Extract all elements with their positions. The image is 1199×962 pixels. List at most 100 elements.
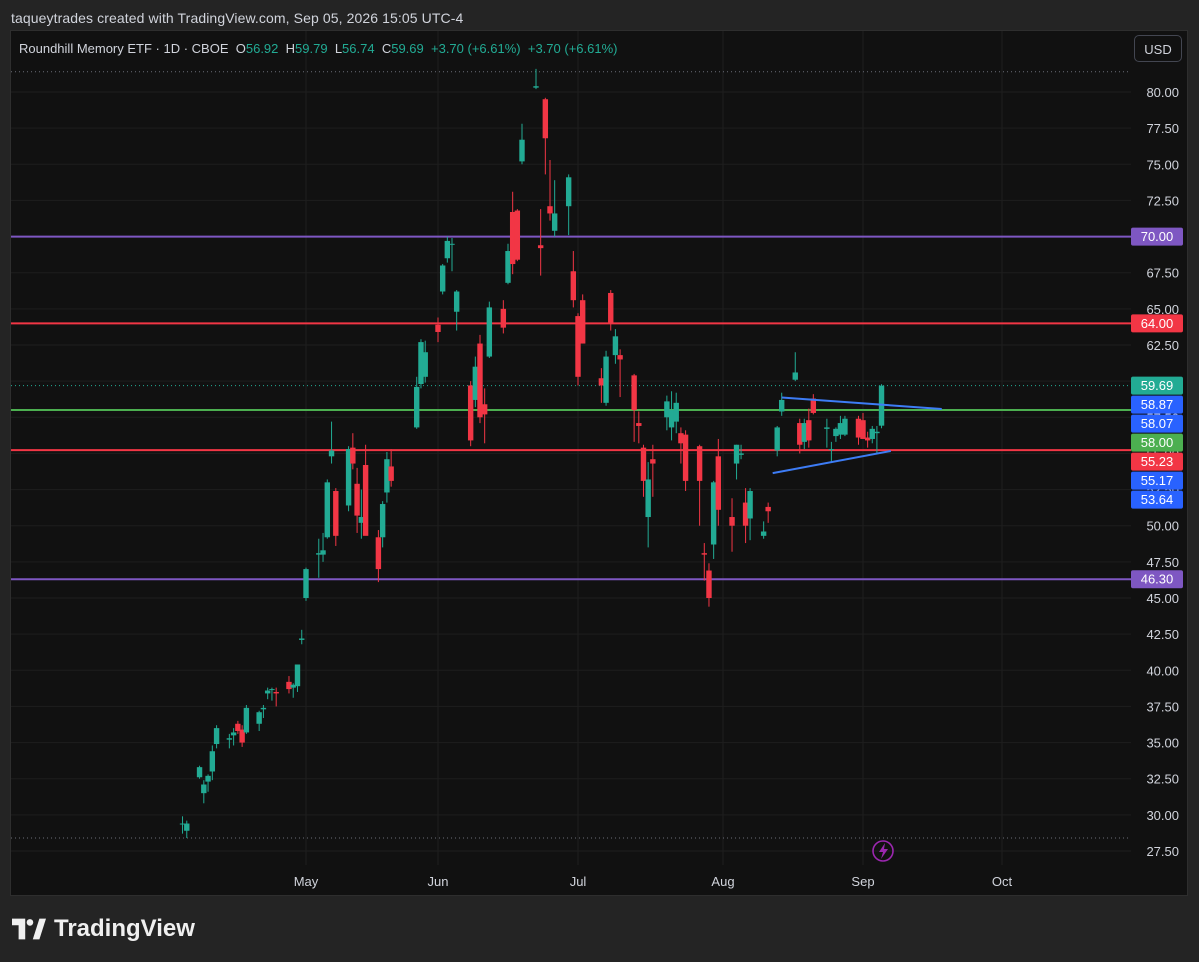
triangle-upper-line: [781, 396, 942, 411]
candle-body: [747, 491, 753, 519]
close-label: C: [381, 41, 392, 56]
currency-button[interactable]: USD: [1134, 35, 1182, 62]
candle-body: [765, 506, 771, 512]
candle-body: [575, 316, 581, 377]
brand-name: TradingView: [54, 915, 195, 942]
candle-body: [505, 251, 511, 283]
x-tick-label: Oct: [992, 874, 1013, 889]
symbol-title[interactable]: Roundhill Memory ETF · 1D · CBOE: [19, 41, 229, 56]
y-tick-label: 30.00: [1146, 808, 1179, 823]
candle-body: [486, 307, 493, 357]
high-label: H: [285, 41, 296, 56]
candle-body: [439, 265, 446, 292]
y-tick-label: 45.00: [1146, 591, 1179, 606]
time-axis: May Jun Jul Aug Sep Oct: [294, 874, 1013, 889]
y-tick-label: 50.00: [1146, 519, 1179, 534]
candle-body: [806, 420, 812, 441]
y-tick-label: 35.00: [1146, 736, 1179, 751]
candle-body: [874, 431, 880, 434]
candle-body: [477, 343, 483, 418]
y-tick-label: 40.00: [1146, 663, 1179, 678]
candle-body: [710, 482, 717, 545]
candle-body: [650, 459, 656, 464]
candle-body: [320, 550, 326, 555]
candle-body: [467, 385, 474, 441]
candle-body: [598, 378, 605, 386]
candle-body: [260, 707, 267, 710]
tradingview-logo[interactable]: TradingView: [12, 915, 195, 943]
candle-body: [715, 456, 722, 510]
x-tick-label: Aug: [711, 874, 734, 889]
candle-body: [453, 291, 460, 312]
price-badge-label: 64.00: [1141, 316, 1174, 331]
candle-body: [509, 211, 516, 265]
candle-body: [294, 664, 301, 687]
candle-body: [435, 324, 441, 332]
candle-body: [664, 401, 670, 418]
candle-body: [774, 427, 780, 451]
y-tick-label: 72.50: [1146, 193, 1179, 208]
candle-body: [519, 139, 525, 162]
candle-body: [678, 433, 684, 444]
candle-body: [824, 427, 830, 429]
candle-body: [612, 336, 619, 356]
y-tick-label: 67.50: [1146, 266, 1179, 281]
price-badge-label: 46.30: [1141, 572, 1174, 587]
candle-body: [547, 206, 553, 214]
y-tick-label: 42.50: [1146, 627, 1179, 642]
candle-body: [570, 271, 577, 301]
candle-body: [673, 402, 679, 422]
candle-body: [481, 404, 488, 415]
candle-body: [668, 410, 675, 428]
candle-body: [682, 434, 689, 481]
candle-body: [209, 751, 216, 772]
candle-body: [869, 428, 875, 439]
y-tick-label: 27.50: [1146, 844, 1179, 859]
y-tick-label: 37.50: [1146, 699, 1179, 714]
candle-body: [213, 728, 220, 745]
candle-body: [422, 352, 428, 377]
candle-body: [537, 245, 544, 249]
candle-body: [205, 775, 211, 782]
candle-body: [388, 466, 394, 481]
price-badge-label: 53.64: [1141, 492, 1174, 507]
grid: [11, 31, 1131, 865]
candle-body: [273, 691, 279, 694]
candle-body: [792, 372, 798, 380]
candle-body: [196, 767, 203, 778]
change-value-secondary: +3.70 (+6.61%): [527, 41, 618, 56]
price-badge-label: 70.00: [1141, 229, 1174, 244]
price-badge-label: 58.87: [1141, 397, 1174, 412]
candle-body: [414, 386, 420, 428]
candle-body: [640, 447, 647, 481]
candle-body: [542, 99, 549, 139]
candle-body: [449, 243, 455, 245]
candle-body: [264, 690, 271, 694]
y-tick-label: 80.00: [1146, 85, 1179, 100]
candle-body: [243, 707, 250, 733]
candle-body: [701, 553, 707, 555]
y-tick-label: 77.50: [1146, 121, 1179, 136]
candle-body: [779, 399, 785, 412]
low-value: 56.74: [342, 41, 375, 56]
x-tick-label: Jun: [428, 874, 449, 889]
candle-body: [350, 447, 356, 464]
candle-body: [354, 483, 360, 516]
y-tick-label: 32.50: [1146, 772, 1179, 787]
candle-body: [696, 446, 703, 481]
candle-body: [828, 449, 835, 451]
candle-body: [328, 450, 335, 457]
candle-body: [375, 537, 382, 570]
candle-body: [631, 375, 637, 411]
candlestick-chart[interactable]: 80.0077.5075.0072.5070.0067.5065.0062.50…: [0, 0, 1199, 962]
price-badge-label: 55.23: [1141, 454, 1174, 469]
x-tick-label: Jul: [570, 874, 587, 889]
price-badge-label: 58.07: [1141, 416, 1174, 431]
candle-body: [201, 784, 207, 794]
candle-body: [706, 570, 712, 598]
y-tick-label: 47.50: [1146, 555, 1179, 570]
close-value: 59.69: [391, 41, 424, 56]
candle-body: [738, 453, 744, 455]
candle-body: [362, 464, 369, 536]
candle-body: [636, 423, 642, 426]
